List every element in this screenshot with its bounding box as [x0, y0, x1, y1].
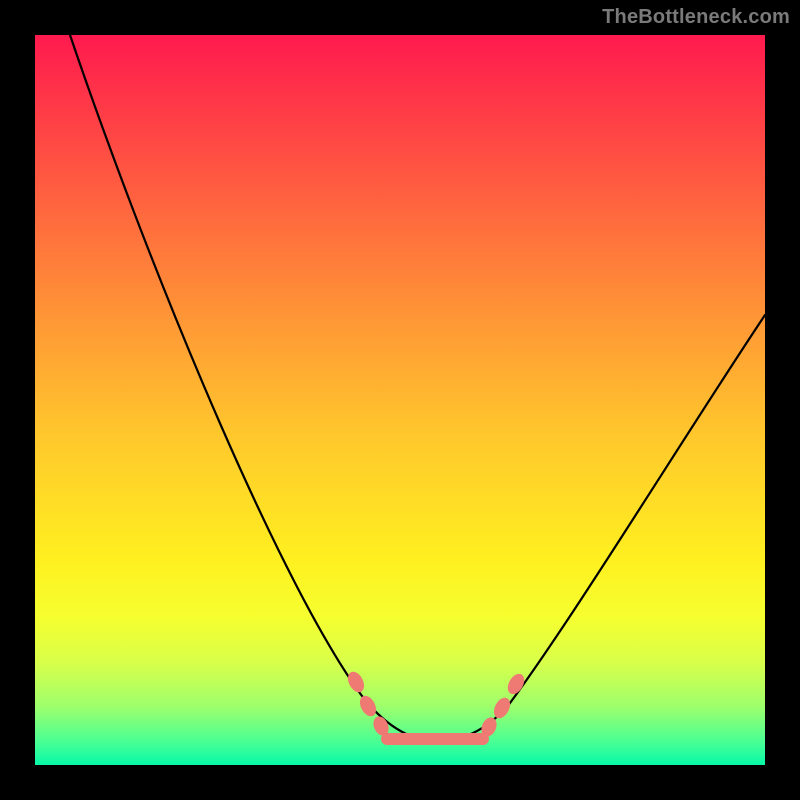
marker-dot	[491, 695, 514, 721]
watermark-text: TheBottleneck.com	[602, 6, 790, 29]
marker-dot	[357, 693, 380, 719]
plot-area	[35, 35, 765, 765]
chart-frame: TheBottleneck.com	[0, 0, 800, 800]
curve-svg	[35, 35, 765, 765]
marker-dot	[345, 669, 368, 695]
bottleneck-curve	[70, 35, 765, 741]
